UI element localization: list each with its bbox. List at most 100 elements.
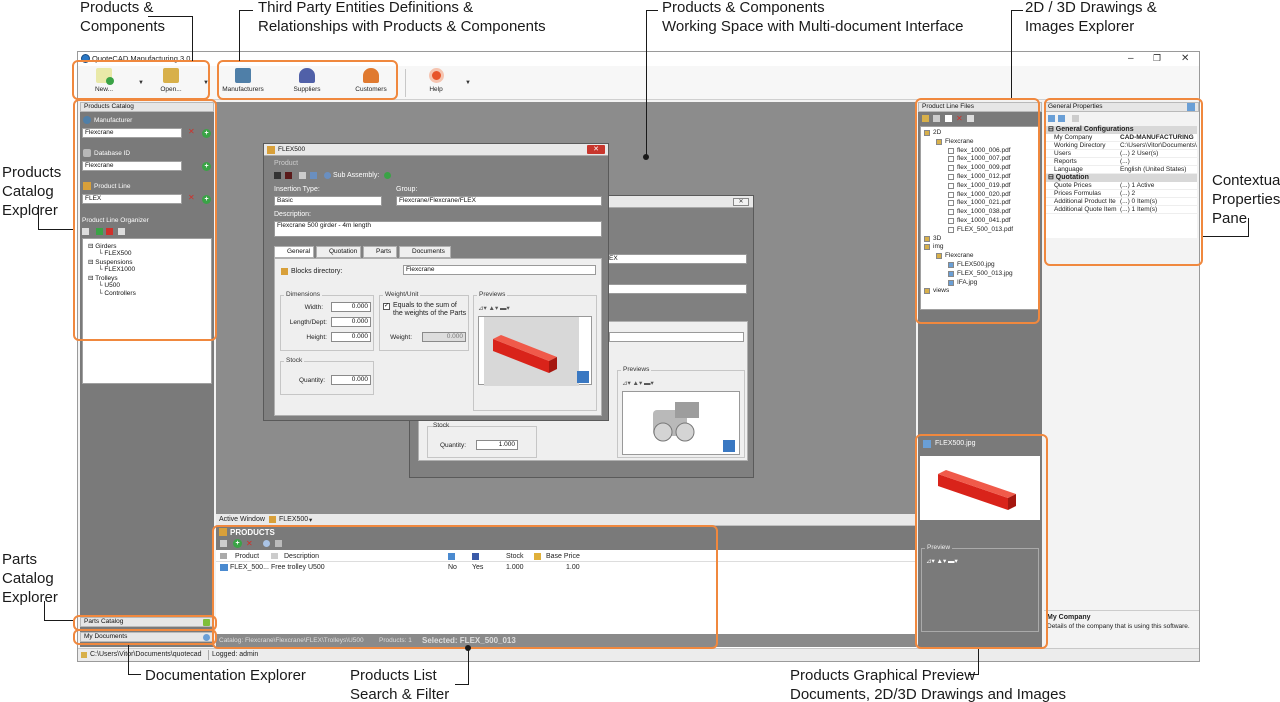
tab-general[interactable]: General — [274, 246, 314, 258]
background-select[interactable] — [609, 332, 744, 342]
leader — [1011, 10, 1012, 98]
trolley-preview-image[interactable] — [622, 391, 740, 455]
save-icon[interactable] — [274, 172, 281, 179]
callout-line: Explorer — [2, 589, 58, 606]
document-close-button[interactable]: ✕ — [587, 145, 605, 154]
background-previews-toolbar[interactable]: ⊿▾ ▲▾ ▬▾ — [622, 379, 654, 387]
background-quantity-field[interactable]: 1.000 — [476, 440, 518, 450]
group-label: Group: — [396, 186, 418, 193]
sub-assembly-toggle-icon[interactable] — [384, 172, 391, 179]
status-path: C:\Users\Vitor\Documents\quotecad — [90, 651, 202, 658]
status-bar: C:\Users\Vitor\Documents\quotecad Logged… — [78, 648, 1199, 661]
leader — [646, 10, 658, 11]
leader — [1011, 10, 1023, 11]
callout-products-components: Products & Components — [80, 0, 165, 36]
description-field[interactable]: Flexcrane 500 girder - 4m length — [274, 221, 602, 237]
close-button[interactable]: ✕ — [1181, 53, 1189, 64]
height-field[interactable]: 0.000 — [331, 332, 371, 342]
tab-documents[interactable]: Documents — [399, 246, 451, 258]
callout-line: Products & — [80, 0, 154, 16]
callout-line: Relationships with Products & Components — [258, 18, 546, 35]
callout-line: Products Graphical Preview — [790, 667, 976, 684]
blocks-directory-select[interactable]: Flexcrane — [403, 265, 596, 275]
leader — [968, 674, 979, 675]
quantity-label: Quantity: — [298, 377, 325, 384]
leader — [239, 10, 253, 11]
document-toolbar: Sub Assembly: — [274, 171, 424, 181]
leader — [44, 620, 73, 621]
active-window-select[interactable]: FLEX500 — [279, 516, 308, 523]
stock-group: Stock Quantity: 0.000 — [280, 357, 374, 395]
height-label: Height: — [306, 334, 327, 341]
product-line-icon — [267, 146, 275, 154]
details-icon[interactable] — [310, 172, 317, 179]
callout-line: Catalog — [2, 570, 54, 587]
active-window-caret-icon[interactable]: ▾ — [309, 516, 312, 524]
ribbon-separator — [405, 69, 406, 97]
weight-label: Weight: — [390, 334, 412, 341]
callout-line: Documents, 2D/3D Drawings and Images — [790, 686, 1066, 702]
callout-products-list: Products List Search & Filter — [350, 666, 449, 702]
dimensions-group: Dimensions Width: 0.000 Length/Dept: 0.0… — [280, 291, 374, 351]
background-field-2[interactable] — [606, 284, 747, 294]
leader — [148, 16, 193, 17]
grid-icon[interactable] — [299, 172, 306, 179]
leader — [38, 229, 73, 230]
background-previews-label: Previews — [621, 366, 652, 373]
previews-label: Previews — [477, 291, 508, 298]
width-label: Width: — [304, 304, 323, 311]
document-window-flex500[interactable]: FLEX500 ✕ Product Sub Assembly: Insertio… — [263, 143, 609, 421]
restore-button[interactable]: ❐ — [1153, 53, 1161, 64]
callout-contextual: Contextual Properties Pane — [1212, 171, 1280, 228]
background-window-close-icon[interactable]: ✕ — [733, 198, 749, 206]
previews-group: Previews ⊿▾ ▲▾ ▬▾ — [473, 291, 597, 411]
callout-working-space: Products & Components Working Space with… — [662, 0, 964, 36]
background-stock-label: Stock — [433, 422, 450, 429]
callout-graphical-preview: Products Graphical Preview Documents, 2D… — [790, 666, 1066, 702]
callout-line: Third Party Entities Definitions & — [258, 0, 474, 16]
girder-preview-image[interactable] — [478, 316, 592, 386]
group-field[interactable]: Flexcrane/Flexcrane/FLEX — [396, 196, 602, 206]
dimensions-label: Dimensions — [284, 291, 322, 298]
callout-third-party: Third Party Entities Definitions & Relat… — [258, 0, 546, 36]
callout-line: Parts — [2, 551, 38, 568]
insertion-type-label: Insertion Type: — [274, 186, 320, 193]
tab-quotation[interactable]: Quotation — [316, 246, 361, 258]
background-field-1[interactable]: EX — [606, 254, 747, 264]
quantity-field[interactable]: 0.000 — [331, 375, 371, 385]
leader — [128, 674, 141, 675]
insertion-type-select[interactable]: Basic — [274, 196, 382, 206]
leader — [1203, 236, 1249, 237]
help-dropdown-caret-icon[interactable]: ▼ — [465, 80, 471, 86]
document-tabs: General Quotation Parts Documents — [274, 246, 474, 258]
callout-documentation: Documentation Explorer — [145, 667, 306, 684]
blocks-directory-icon — [281, 268, 288, 275]
weight-unit-label: Weight/Unit — [383, 291, 421, 298]
leader — [192, 16, 193, 61]
weight-sum-checkbox[interactable]: ✓ — [383, 303, 390, 310]
width-field[interactable]: 0.000 — [331, 302, 371, 312]
document-window-title: FLEX500 — [264, 144, 608, 156]
leader — [44, 601, 45, 621]
highlight-products-catalog — [73, 99, 217, 341]
highlight-products-components — [72, 60, 210, 100]
save-as-icon[interactable] — [285, 172, 292, 179]
blocks-directory-label: Blocks directory: — [291, 268, 343, 275]
help-button[interactable]: Help — [413, 68, 459, 98]
product-label: Product — [274, 160, 299, 167]
highlight-drawings-explorer — [915, 98, 1040, 324]
weight-field: 0.000 — [422, 332, 466, 342]
weight-sum-label: Equals to the sum of the weights of the … — [393, 302, 467, 317]
callout-line: Contextual — [1212, 172, 1280, 189]
previews-toolbar[interactable]: ⊿▾ ▲▾ ▬▾ — [478, 304, 510, 312]
leader — [646, 10, 647, 158]
tab-parts[interactable]: Parts — [363, 246, 397, 258]
highlight-products-list — [212, 525, 718, 649]
property-description: My Company Details of the company that i… — [1044, 610, 1199, 646]
minimize-button[interactable]: – — [1128, 53, 1134, 64]
callout-line: Catalog — [2, 183, 54, 200]
length-field[interactable]: 0.000 — [331, 317, 371, 327]
highlight-graphical-preview — [915, 434, 1048, 649]
folder-icon — [81, 652, 87, 658]
background-quantity-label: Quantity: — [439, 442, 466, 449]
